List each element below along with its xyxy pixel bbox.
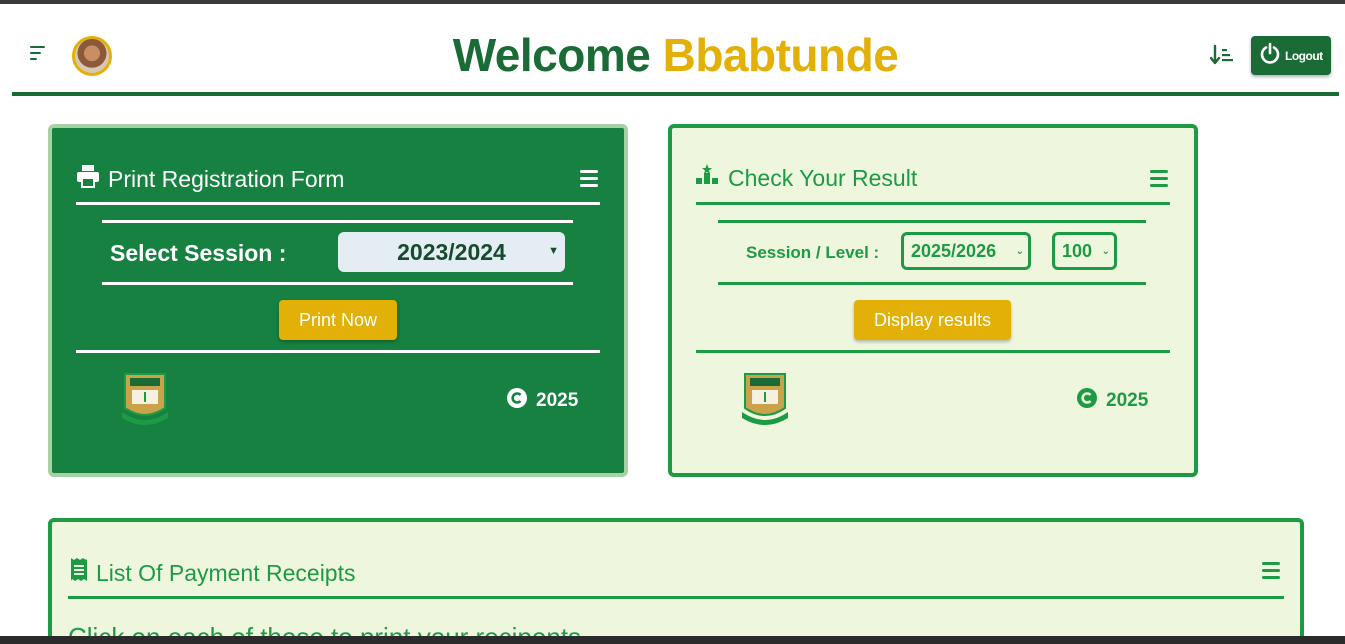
copyright-year: 2025: [536, 390, 579, 411]
result-session-select[interactable]: 2025/2026 ⌄: [901, 232, 1031, 270]
print-now-button[interactable]: Print Now: [279, 300, 397, 340]
result-level-value: 100: [1062, 240, 1093, 261]
divider: [102, 282, 573, 285]
session-select-value: 2023/2024: [397, 238, 506, 265]
divider: [102, 220, 573, 223]
chevron-down-icon: ▼: [548, 245, 559, 257]
user-name: Bbabtunde: [662, 29, 899, 81]
power-icon: [1259, 42, 1281, 69]
university-logo: [738, 372, 792, 428]
divider: [76, 350, 600, 353]
hamburger-icon[interactable]: [1150, 170, 1168, 188]
print-card-title: Print Registration Form: [76, 164, 344, 194]
logout-button[interactable]: Logout: [1251, 36, 1331, 75]
check-result-card: Check Your Result Session / Level : 2025…: [668, 124, 1198, 477]
copyright-icon: [1076, 387, 1098, 415]
session-select[interactable]: 2023/2024 ▼: [338, 232, 565, 272]
chevron-down-icon: ⌄: [1015, 246, 1024, 257]
print-card-title-text: Print Registration Form: [108, 165, 345, 192]
sort-icon[interactable]: [1209, 44, 1236, 68]
payment-receipts-card: List Of Payment Receipts Click on each o…: [48, 518, 1304, 644]
page-header: Welcome Bbabtunde Logout: [12, 22, 1339, 96]
copyright-notice: 2025: [506, 387, 578, 415]
select-session-label: Select Session :: [110, 240, 287, 266]
window-top-strip: [0, 0, 1345, 4]
chart-icon: [696, 164, 720, 192]
session-level-label: Session / Level :: [746, 243, 880, 262]
divider: [696, 350, 1170, 353]
payment-card-title: List Of Payment Receipts: [70, 558, 356, 588]
divider: [696, 202, 1170, 205]
logout-label: Logout: [1285, 48, 1323, 63]
result-level-select[interactable]: 100 ⌄: [1052, 232, 1117, 270]
divider: [718, 282, 1146, 285]
print-registration-card: Print Registration Form Select Session :…: [48, 124, 628, 477]
display-results-button[interactable]: Display results: [854, 300, 1011, 340]
divider: [76, 202, 600, 205]
copyright-notice: 2025: [1076, 387, 1148, 415]
result-card-title-text: Check Your Result: [728, 164, 918, 191]
taskbar-strip: [0, 636, 1345, 644]
hamburger-icon[interactable]: [1262, 562, 1280, 580]
welcome-prefix: Welcome: [452, 29, 651, 81]
printer-icon: [76, 164, 100, 194]
welcome-title: Welcome Bbabtunde: [12, 28, 1339, 82]
result-card-title: Check Your Result: [696, 164, 917, 192]
university-logo: [118, 372, 172, 428]
divider: [718, 220, 1146, 223]
hamburger-icon[interactable]: [580, 170, 598, 188]
result-session-value: 2025/2026: [911, 240, 997, 261]
copyright-icon: [506, 387, 528, 415]
chevron-down-icon: ⌄: [1101, 246, 1110, 257]
payment-card-title-text: List Of Payment Receipts: [96, 559, 356, 586]
receipt-icon: [70, 558, 88, 588]
copyright-year: 2025: [1106, 390, 1149, 411]
divider: [68, 596, 1284, 599]
